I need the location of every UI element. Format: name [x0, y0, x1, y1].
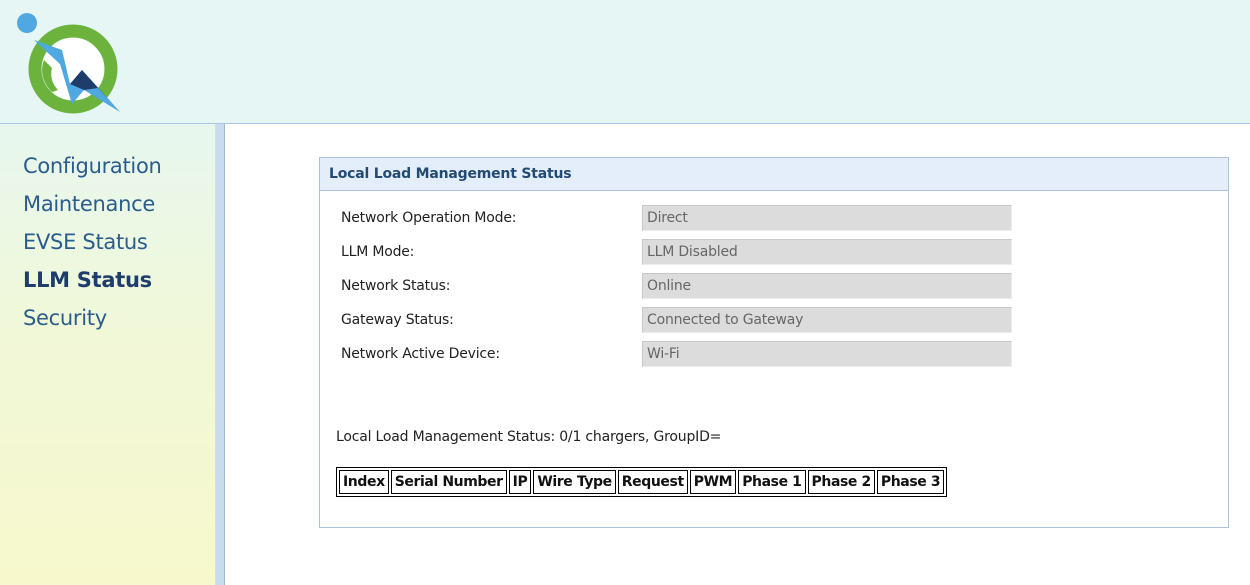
network-active-device-input[interactable]: Wi-Fi: [642, 341, 1012, 367]
field-network-status: Network Status: Online: [341, 273, 1021, 299]
column-header-request: Request: [617, 470, 688, 494]
column-header-pwm: PWM: [689, 470, 737, 494]
sidebar-item-maintenance[interactable]: Maintenance: [23, 185, 162, 223]
field-gateway-status: Gateway Status: Connected to Gateway: [341, 307, 1021, 333]
gateway-status-input[interactable]: Connected to Gateway: [642, 307, 1012, 333]
field-network-active-device: Network Active Device: Wi-Fi: [341, 341, 1021, 367]
sidebar-divider: [216, 124, 224, 585]
column-header-ip: IP: [508, 470, 532, 494]
network-operation-mode-input[interactable]: Direct: [642, 205, 1012, 231]
charging-brand-logo-icon: [17, 13, 120, 114]
table-header-row: Index Serial Number IP Wire Type Request…: [339, 470, 945, 494]
field-label: Network Operation Mode:: [341, 210, 517, 226]
field-llm-mode: LLM Mode: LLM Disabled: [341, 239, 1021, 265]
column-header-phase-3: Phase 3: [876, 470, 945, 494]
column-header-serial-number: Serial Number: [390, 470, 507, 494]
field-label: Gateway Status:: [341, 312, 454, 328]
sidebar-item-evse-status[interactable]: EVSE Status: [23, 223, 162, 261]
llm-chargers-table: Index Serial Number IP Wire Type Request…: [336, 467, 948, 497]
field-label: Network Status:: [341, 278, 451, 294]
sidebar-item-configuration[interactable]: Configuration: [23, 147, 162, 185]
sidebar-divider-line: [224, 124, 225, 585]
panel-title: Local Load Management Status: [320, 158, 1228, 191]
field-label: LLM Mode:: [341, 244, 415, 260]
llm-status-panel: Local Load Management Status Network Ope…: [319, 157, 1229, 528]
header: [0, 0, 1250, 124]
network-status-input[interactable]: Online: [642, 273, 1012, 299]
field-network-operation-mode: Network Operation Mode: Direct: [341, 205, 1021, 231]
llm-summary-text: Local Load Management Status: 0/1 charge…: [336, 429, 722, 445]
sidebar-nav: Configuration Maintenance EVSE Status LL…: [23, 147, 162, 337]
page: Configuration Maintenance EVSE Status LL…: [0, 0, 1250, 585]
field-label: Network Active Device:: [341, 346, 500, 362]
column-header-phase-2: Phase 2: [807, 470, 875, 494]
sidebar-item-security[interactable]: Security: [23, 299, 162, 337]
column-header-phase-1: Phase 1: [738, 470, 806, 494]
sidebar-item-llm-status[interactable]: LLM Status: [23, 261, 162, 299]
column-header-index: Index: [339, 470, 389, 494]
llm-mode-input[interactable]: LLM Disabled: [642, 239, 1012, 265]
column-header-wire-type: Wire Type: [533, 470, 616, 494]
